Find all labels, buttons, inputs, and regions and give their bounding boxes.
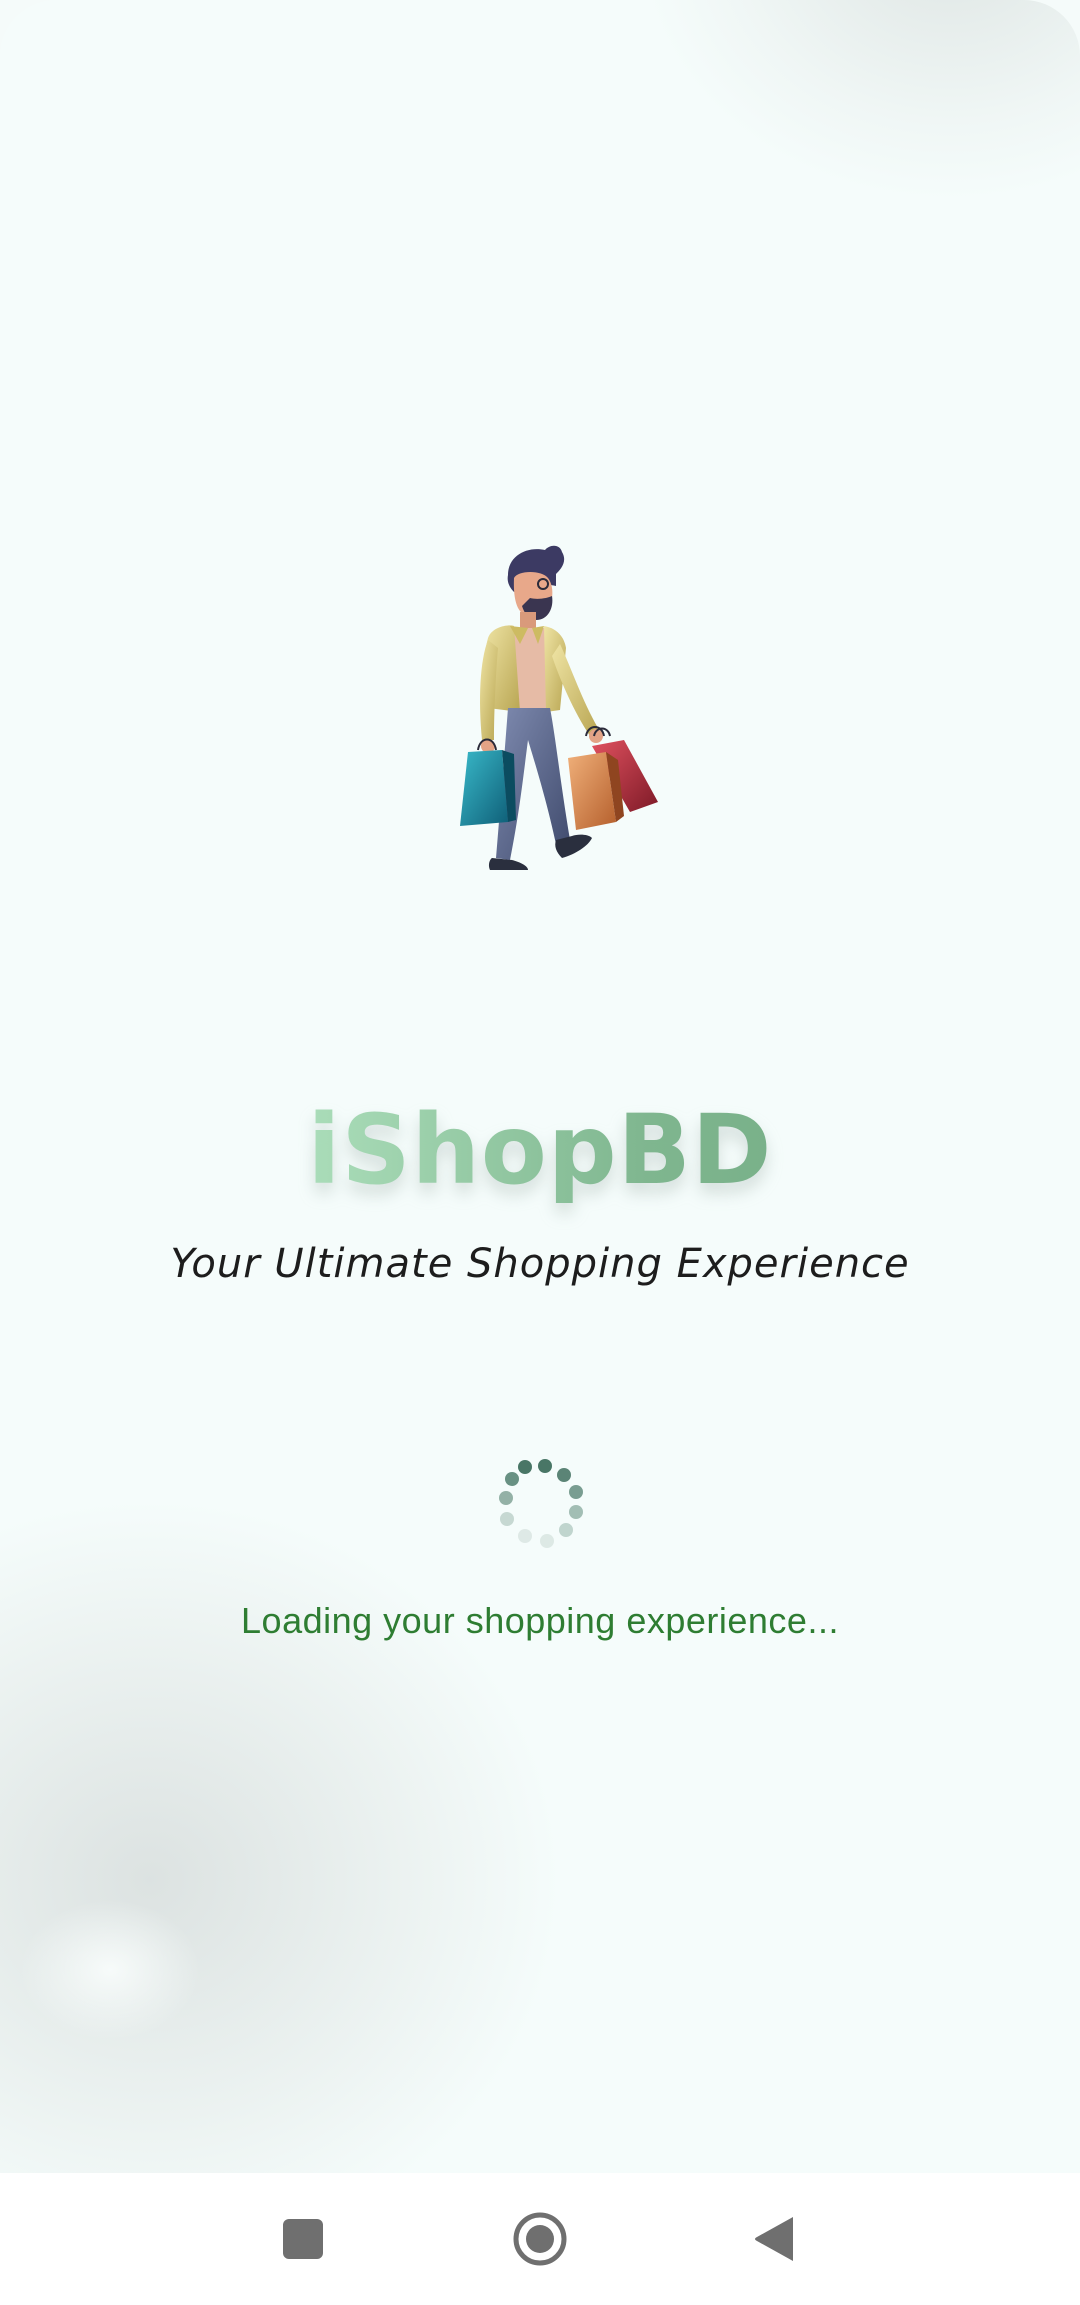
background-blob-top-right xyxy=(640,0,1080,200)
app-content-area: iShopBD Your Ultimate Shopping Experienc… xyxy=(0,0,1080,2173)
app-title: iShopBD xyxy=(0,1090,1080,1210)
shopper-with-bags-illustration xyxy=(460,545,658,870)
system-navigation-bar xyxy=(0,2173,1080,2305)
home-button[interactable] xyxy=(480,2173,600,2305)
circle-home-icon xyxy=(513,2212,567,2266)
square-recents-icon xyxy=(283,2219,323,2259)
recents-button[interactable] xyxy=(243,2173,363,2305)
triangle-back-icon xyxy=(755,2217,793,2261)
background-glow xyxy=(20,1900,200,2040)
loading-message: Loading your shopping experience... xyxy=(241,1600,839,1641)
loading-spinner-icon xyxy=(499,1459,583,1548)
back-button[interactable] xyxy=(715,2173,835,2305)
splash-screen: iShopBD Your Ultimate Shopping Experienc… xyxy=(0,0,1080,2305)
app-tagline: Your Ultimate Shopping Experience xyxy=(170,1241,910,1287)
